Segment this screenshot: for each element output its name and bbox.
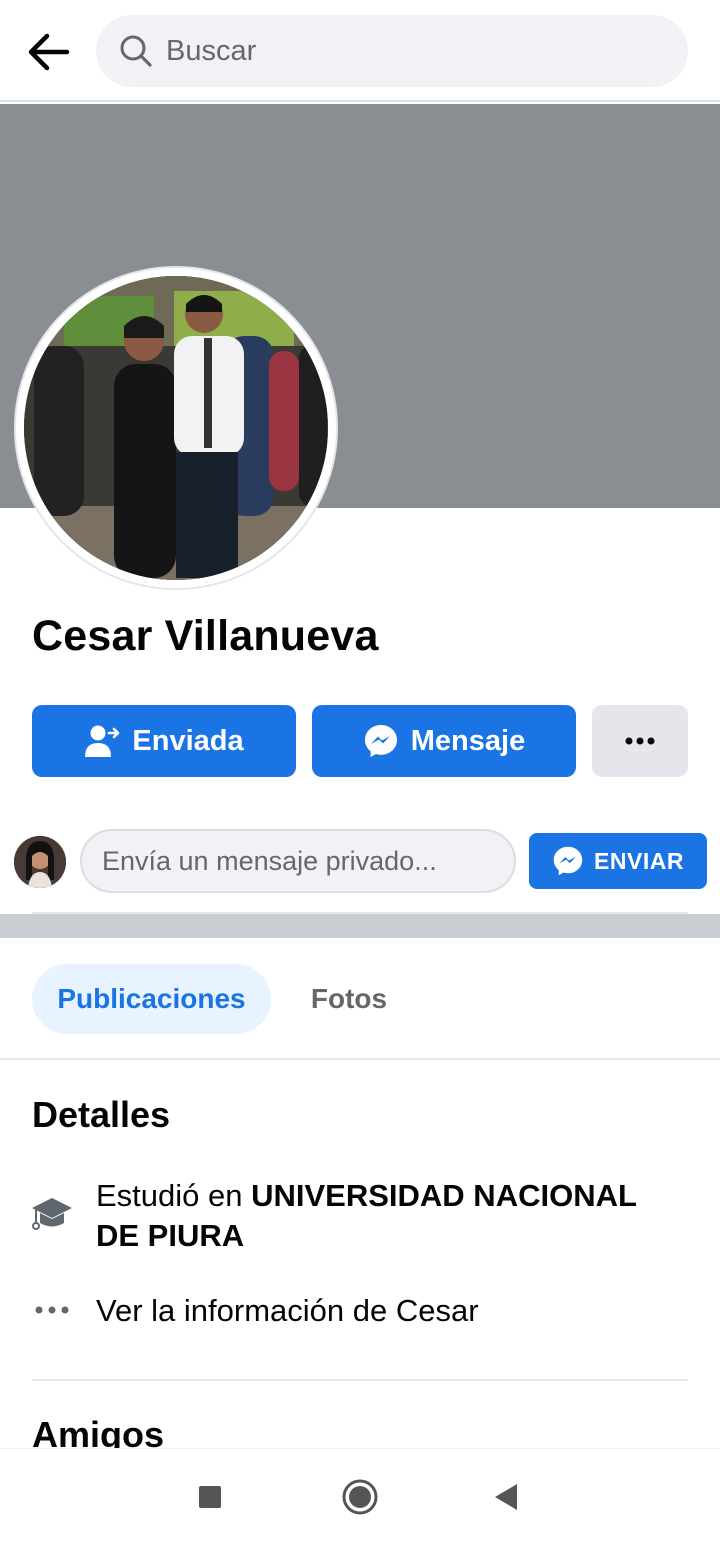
- send-label: ENVIAR: [594, 847, 684, 874]
- tabs-divider: [0, 1058, 720, 1060]
- messenger-icon: [552, 845, 584, 877]
- message-button[interactable]: Mensaje: [312, 705, 576, 777]
- education-prefix: Estudió en: [96, 1178, 252, 1213]
- message-label: Mensaje: [410, 724, 526, 757]
- friend-request-sent-button[interactable]: Enviada: [32, 705, 296, 777]
- more-options-button[interactable]: [592, 705, 688, 777]
- nav-back-button[interactable]: [482, 1473, 530, 1521]
- private-message-input[interactable]: [102, 845, 502, 877]
- search-icon: [118, 33, 154, 69]
- own-avatar: [14, 836, 66, 888]
- tab-publicaciones[interactable]: Publicaciones: [32, 964, 271, 1034]
- details-title: Detalles: [32, 1094, 171, 1135]
- back-arrow-icon: [28, 33, 70, 71]
- profile-name: Cesar Villanueva: [32, 612, 379, 660]
- search-bar[interactable]: [96, 15, 688, 87]
- section-separator: [0, 914, 720, 938]
- education-detail[interactable]: Estudió en UNIVERSIDAD NACIONAL DE PIURA: [96, 1176, 676, 1256]
- nav-recents-button[interactable]: [186, 1473, 234, 1521]
- search-input[interactable]: [166, 34, 646, 68]
- private-message-field[interactable]: [80, 829, 516, 893]
- send-button[interactable]: ENVIAR: [529, 833, 707, 889]
- nav-home-button[interactable]: [336, 1473, 384, 1521]
- graduation-cap-icon: [30, 1192, 74, 1236]
- nav-home-icon: [342, 1479, 378, 1515]
- nav-recents-icon: [199, 1486, 221, 1508]
- see-info-link[interactable]: Ver la información de Cesar: [96, 1291, 676, 1331]
- back-button[interactable]: [22, 26, 74, 78]
- messenger-icon: [363, 723, 399, 759]
- tab-fotos[interactable]: Fotos: [290, 964, 408, 1034]
- system-nav-bar: [0, 1448, 720, 1544]
- person-add-icon: [84, 724, 120, 758]
- profile-picture[interactable]: [24, 276, 328, 580]
- nav-back-icon: [495, 1484, 517, 1510]
- more-dots-icon: [625, 737, 655, 745]
- divider: [32, 1379, 688, 1381]
- friend-request-label: Enviada: [132, 724, 244, 757]
- top-bar: [0, 0, 720, 102]
- more-dots-icon: [30, 1288, 74, 1332]
